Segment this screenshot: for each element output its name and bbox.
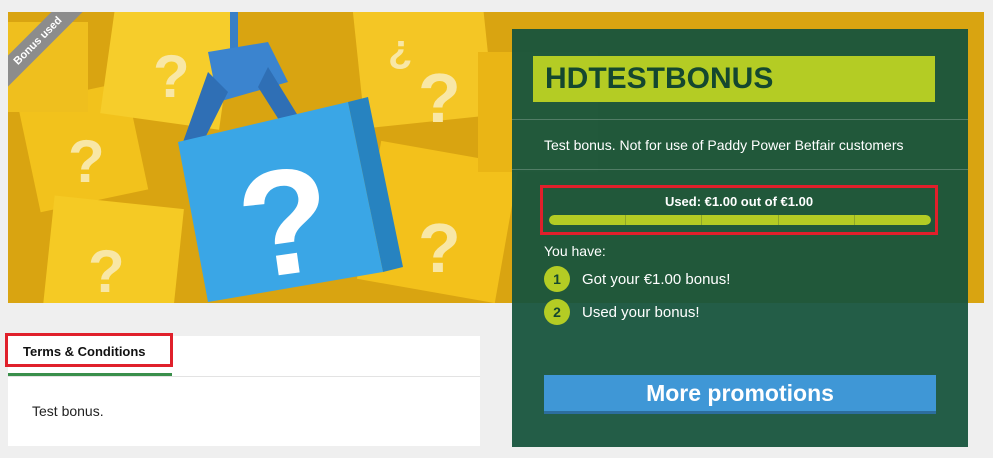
svg-text:¿: ¿ <box>388 27 412 71</box>
usage-progress-fill <box>549 215 931 225</box>
svg-text:?: ? <box>418 209 461 287</box>
more-promotions-button[interactable]: More promotions <box>544 375 936 414</box>
step-number-badge: 2 <box>544 299 570 325</box>
svg-text:?: ? <box>68 128 105 195</box>
terms-body: Test bonus. <box>32 403 104 419</box>
bonus-title: HDTESTBONUS <box>545 62 774 95</box>
divider <box>512 119 968 120</box>
bonus-description: Test bonus. Not for use of Paddy Power B… <box>544 137 904 153</box>
divider <box>512 169 968 170</box>
step-text: Used your bonus! <box>582 303 700 321</box>
you-have-label: You have: <box>544 243 606 259</box>
divider <box>8 376 480 377</box>
step-item: 1 Got your €1.00 bonus! <box>544 266 730 292</box>
svg-text:?: ? <box>88 238 125 303</box>
svg-text:?: ? <box>153 43 190 110</box>
step-text: Got your €1.00 bonus! <box>582 270 731 288</box>
usage-progress-bar <box>549 215 931 225</box>
bonus-panel: HDTESTBONUS Test bonus. Not for use of P… <box>512 29 968 447</box>
progress-tick <box>778 215 779 225</box>
step-item: 2 Used your bonus! <box>544 299 700 325</box>
tab-terms-conditions[interactable]: Terms & Conditions <box>5 333 173 367</box>
step-number-badge: 1 <box>544 266 570 292</box>
progress-tick <box>625 215 626 225</box>
progress-tick <box>854 215 855 225</box>
svg-text:?: ? <box>418 59 461 137</box>
tab-terms-label: Terms & Conditions <box>23 344 146 359</box>
bonus-title-bar: HDTESTBONUS <box>533 56 935 102</box>
usage-label: Used: €1.00 out of €1.00 <box>664 194 814 209</box>
usage-highlight-box: Used: €1.00 out of €1.00 <box>540 185 938 235</box>
progress-tick <box>701 215 702 225</box>
terms-card: Terms & Conditions Test bonus. <box>5 333 480 446</box>
